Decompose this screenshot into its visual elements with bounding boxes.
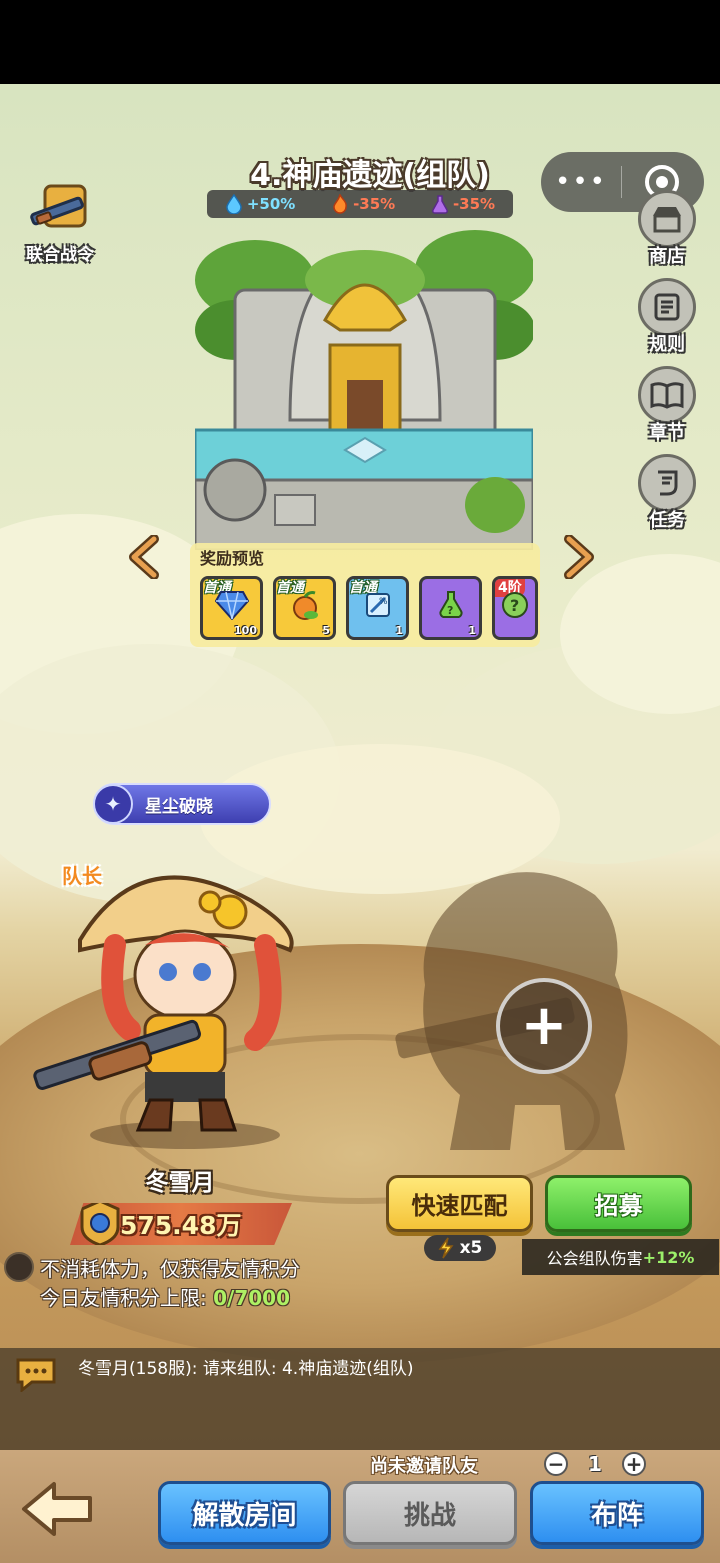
reward-preview-title: 奖励预览 — [200, 549, 265, 568]
buff-water-value: +50% — [246, 195, 296, 213]
quick-match-button[interactable]: 快速匹配 — [386, 1175, 533, 1232]
stepper-value: 1 — [588, 1452, 602, 1476]
guild-bonus-value: +12% — [642, 1247, 695, 1267]
reward-count: 1 — [468, 624, 476, 637]
quest-label: 任务 — [649, 510, 685, 531]
reward-scroll[interactable]: 首通 % 1 — [346, 576, 409, 640]
buff-fire: -35% — [331, 194, 395, 214]
energy-cost: x5 — [424, 1235, 496, 1261]
quest-button[interactable]: 任务 — [632, 454, 702, 532]
shop-icon — [638, 190, 696, 248]
water-drop-icon — [226, 194, 242, 214]
chat-bar[interactable]: 冬雪月(158服): 请来组队: 4.神庙遗迹(组队) — [0, 1348, 720, 1450]
reward-mystery[interactable]: 4阶 ? — [492, 576, 538, 640]
book-icon — [638, 366, 696, 424]
plus-icon: + — [520, 993, 568, 1058]
add-teammate-button[interactable]: + — [496, 978, 592, 1074]
poison-flask-icon — [431, 195, 448, 214]
rules-button[interactable]: 规则 — [632, 278, 702, 356]
chat-message: 冬雪月(158服): 请来组队: 4.神庙遗迹(组队) — [78, 1359, 414, 1379]
svg-text:?: ? — [447, 604, 453, 617]
battle-pass-label: 联合战令 — [26, 245, 94, 265]
reward-fruit[interactable]: 首通 5 — [273, 576, 336, 640]
dissolve-room-button[interactable]: 解散房间 — [158, 1481, 331, 1545]
chapter-label: 章节 — [649, 422, 685, 443]
recruit-button[interactable]: 招募 — [545, 1175, 692, 1232]
chapter-button[interactable]: 章节 — [632, 366, 702, 444]
power-emblem-icon — [80, 1203, 120, 1245]
fire-icon — [333, 194, 347, 214]
quest-icon — [638, 454, 696, 512]
energy-cost-value: x5 — [459, 1238, 483, 1258]
formation-button[interactable]: 布阵 — [530, 1481, 704, 1545]
rifle-chest-icon — [27, 180, 93, 240]
shop-button[interactable]: 商店 — [632, 190, 702, 268]
player-name: 冬雪月 — [145, 1170, 215, 1196]
guild-bonus: 公会组队伤害 +12% — [522, 1239, 719, 1275]
battle-pass-button[interactable]: 联合战令 — [14, 180, 106, 265]
scroll-icon: % — [363, 590, 393, 628]
increase-button[interactable]: + — [621, 1452, 646, 1476]
friendship-info: 不消耗体力，仅获得友情积分 — [40, 1257, 300, 1281]
chat-icon — [16, 1358, 56, 1392]
reward-list: 首通 100 首通 5 首通 % 1 ? 1 4阶 ? — [200, 576, 538, 640]
reward-preview-panel: 奖励预览 首通 100 首通 5 首通 % 1 ? 1 4阶 ? — [190, 543, 540, 647]
rules-label: 规则 — [649, 334, 685, 355]
diamond-icon — [214, 590, 249, 628]
potion-icon: ? — [436, 589, 466, 629]
buff-poison-value: -35% — [452, 195, 496, 213]
svg-text:%: % — [379, 597, 388, 607]
temple-ruins-illustration — [195, 230, 533, 550]
previous-level-arrow[interactable] — [126, 535, 160, 579]
player-title-text: 星尘破晓 — [145, 796, 213, 817]
element-buffs: +50% -35% -35% — [207, 190, 513, 218]
friendship-limit-value: 0/7000 — [213, 1286, 290, 1310]
reward-count: 1 — [395, 624, 403, 637]
guild-bonus-label: 公会组队伤害 — [546, 1249, 643, 1268]
svg-text:?: ? — [510, 596, 519, 615]
info-dot — [4, 1252, 34, 1282]
power-value: 575.48万 — [120, 1211, 242, 1240]
reward-count: 5 — [322, 624, 330, 637]
mystery-icon: ? — [500, 590, 530, 628]
reward-potion[interactable]: ? 1 — [419, 576, 482, 640]
back-arrow-button[interactable] — [18, 1478, 96, 1540]
reward-diamond[interactable]: 首通 100 — [200, 576, 263, 640]
star-gem-icon: ✦ — [93, 784, 133, 824]
player-title-badge: ✦ 星尘破晓 — [93, 783, 271, 825]
hero-character[interactable] — [20, 850, 320, 1150]
more-menu-button[interactable]: ••• — [541, 169, 621, 195]
challenge-button[interactable]: 挑战 — [343, 1481, 517, 1545]
buff-poison: -35% — [431, 194, 495, 214]
lightning-icon — [438, 1237, 454, 1259]
team-count-stepper: − 1 + — [544, 1452, 646, 1476]
power-banner: 575.48万 — [70, 1203, 292, 1245]
friendship-limit: 今日友情积分上限: 0/7000 — [40, 1282, 290, 1311]
decrease-button[interactable]: − — [544, 1452, 568, 1476]
rules-icon — [638, 278, 696, 336]
captain-label: 队长 — [62, 864, 102, 888]
friendship-limit-label: 今日友情积分上限: — [40, 1286, 214, 1310]
status-bar — [0, 0, 720, 84]
shop-label: 商店 — [649, 246, 685, 267]
next-level-arrow[interactable] — [563, 535, 597, 579]
not-invited-text: 尚未邀请队友 — [370, 1456, 478, 1477]
buff-fire-value: -35% — [353, 195, 396, 213]
level-title: 4.神庙遗迹(组队) — [250, 158, 490, 193]
fruit-icon — [289, 589, 321, 629]
buff-water: +50% — [225, 194, 295, 214]
reward-count: 100 — [234, 624, 257, 637]
